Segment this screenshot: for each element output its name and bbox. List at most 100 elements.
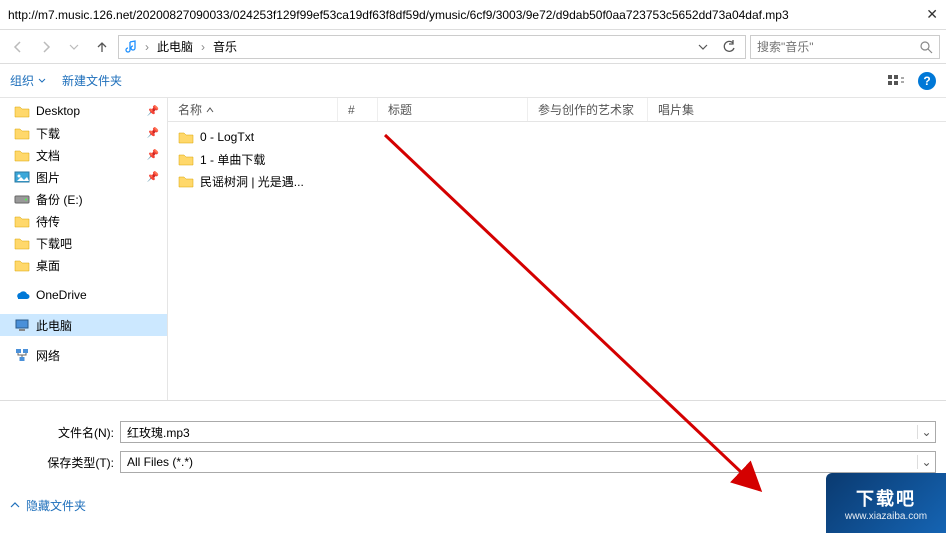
- address-bar[interactable]: › 此电脑 › 音乐: [118, 35, 746, 59]
- filename-input[interactable]: [121, 425, 917, 439]
- folder-icon: [178, 129, 194, 145]
- tree-item-label: 网络: [36, 347, 60, 364]
- tree-item-3[interactable]: 图片 📌: [0, 166, 167, 188]
- tree-item-label: 图片: [36, 169, 60, 186]
- tree-item-label: 下载: [36, 125, 60, 142]
- folder-icon: [14, 125, 30, 141]
- breadcrumb-root[interactable]: 此电脑: [155, 38, 195, 55]
- col-name-label: 名称: [178, 101, 202, 118]
- onedrive-icon: [14, 287, 30, 303]
- arrow-left-icon: [11, 40, 25, 54]
- search-box[interactable]: [750, 35, 940, 59]
- tree-item-6[interactable]: 下载吧: [0, 232, 167, 254]
- close-icon[interactable]: ✕: [898, 6, 938, 23]
- pin-icon: 📌: [147, 106, 159, 117]
- search-icon: [919, 40, 933, 54]
- breadcrumb-sep: ›: [199, 40, 207, 54]
- tree-item-7[interactable]: 桌面: [0, 254, 167, 276]
- watermark-url: www.xiazaiba.com: [845, 511, 927, 522]
- tree-item-0[interactable]: Desktop 📌: [0, 100, 167, 122]
- bottom-row: 隐藏文件夹 保存(S): [10, 493, 936, 517]
- list-body[interactable]: 0 - LogTxt 1 - 单曲下载民谣树洞 | 光是遇...: [168, 122, 946, 400]
- pin-icon: 📌: [147, 172, 159, 183]
- pictures-icon: [14, 169, 30, 185]
- tree-item-label: 文档: [36, 147, 60, 164]
- filetype-label: 保存类型(T):: [10, 454, 120, 471]
- tree-item-label: Desktop: [36, 104, 80, 118]
- footer: 文件名(N): ⌄ 保存类型(T): ⌄ 隐藏文件夹 保存(S): [0, 400, 946, 525]
- col-num[interactable]: #: [338, 98, 378, 121]
- list-item[interactable]: 1 - 单曲下载: [168, 148, 946, 170]
- drive-icon: [14, 191, 30, 207]
- up-button[interactable]: [90, 35, 114, 59]
- arrow-up-icon: [95, 40, 109, 54]
- filetype-row: 保存类型(T): ⌄: [10, 451, 936, 473]
- col-name[interactable]: 名称: [168, 98, 338, 121]
- filename-combo[interactable]: ⌄: [120, 421, 936, 443]
- folder-tree[interactable]: Desktop 📌 下载 📌 文档 📌 图片 📌 备份 (E:) 待传下载吧桌面 OneDrive 此…: [0, 98, 168, 400]
- address-dropdown[interactable]: [691, 35, 715, 59]
- view-button[interactable]: [884, 69, 908, 93]
- filename-label: 文件名(N):: [10, 424, 120, 441]
- pin-icon: 📌: [147, 150, 159, 161]
- col-artists[interactable]: 参与创作的艺术家: [528, 98, 648, 121]
- content-area: Desktop 📌 下载 📌 文档 📌 图片 📌 备份 (E:) 待传下载吧桌面 OneDrive 此…: [0, 98, 946, 400]
- list-item[interactable]: 民谣树洞 | 光是遇...: [168, 170, 946, 192]
- sort-asc-icon: [206, 106, 214, 114]
- list-item-label: 1 - 单曲下载: [200, 151, 265, 168]
- watermark: 下载吧 www.xiazaiba.com: [826, 473, 946, 533]
- list-header: 名称 # 标题 参与创作的艺术家 唱片集: [168, 98, 946, 122]
- toolbar: 组织 新建文件夹 ?: [0, 64, 946, 98]
- view-icon: [887, 74, 905, 88]
- tree-item-1[interactable]: 下载 📌: [0, 122, 167, 144]
- folder-icon: [14, 257, 30, 273]
- search-input[interactable]: [757, 40, 919, 54]
- tree-item-4[interactable]: 备份 (E:): [0, 188, 167, 210]
- chevron-down-icon: [69, 42, 79, 52]
- col-title[interactable]: 标题: [378, 98, 528, 121]
- tree-item-5[interactable]: 待传: [0, 210, 167, 232]
- music-icon: [123, 39, 139, 55]
- refresh-button[interactable]: [717, 35, 741, 59]
- tree-item-label: OneDrive: [36, 288, 87, 302]
- folder-icon: [178, 151, 194, 167]
- tree-item-13[interactable]: 网络: [0, 344, 167, 366]
- tree-item-2[interactable]: 文档 📌: [0, 144, 167, 166]
- list-item-label: 0 - LogTxt: [200, 130, 254, 144]
- folder-icon: [14, 103, 30, 119]
- breadcrumb-root-label: 此电脑: [157, 38, 193, 55]
- tree-item-9[interactable]: OneDrive: [0, 284, 167, 306]
- tree-item-label: 待传: [36, 213, 60, 230]
- tree-item-label: 备份 (E:): [36, 191, 83, 208]
- back-button[interactable]: [6, 35, 30, 59]
- tree-item-11[interactable]: 此电脑: [0, 314, 167, 336]
- pc-icon: [14, 317, 30, 333]
- filetype-input[interactable]: [121, 455, 917, 469]
- breadcrumb-current[interactable]: 音乐: [211, 38, 239, 55]
- chevron-up-icon: [10, 500, 20, 510]
- titlebar: http://m7.music.126.net/20200827090033/0…: [0, 0, 946, 30]
- network-icon: [14, 347, 30, 363]
- folder-icon: [14, 147, 30, 163]
- watermark-title: 下载吧: [856, 485, 916, 511]
- refresh-icon: [722, 40, 736, 54]
- window-title: http://m7.music.126.net/20200827090033/0…: [8, 8, 898, 22]
- arrow-right-icon: [39, 40, 53, 54]
- help-icon[interactable]: ?: [918, 72, 936, 90]
- filetype-combo[interactable]: ⌄: [120, 451, 936, 473]
- filename-dropdown[interactable]: ⌄: [917, 425, 935, 439]
- folder-icon: [14, 235, 30, 251]
- organize-button[interactable]: 组织: [10, 72, 46, 89]
- filename-row: 文件名(N): ⌄: [10, 421, 936, 443]
- tree-item-label: 此电脑: [36, 317, 72, 334]
- filetype-dropdown[interactable]: ⌄: [917, 455, 935, 469]
- pin-icon: 📌: [147, 128, 159, 139]
- recent-button[interactable]: [62, 35, 86, 59]
- list-item[interactable]: 0 - LogTxt: [168, 126, 946, 148]
- hide-folders-button[interactable]: 隐藏文件夹: [10, 497, 86, 514]
- navbar: › 此电脑 › 音乐: [0, 30, 946, 64]
- tree-item-label: 下载吧: [36, 235, 72, 252]
- col-album[interactable]: 唱片集: [648, 98, 946, 121]
- forward-button[interactable]: [34, 35, 58, 59]
- new-folder-button[interactable]: 新建文件夹: [62, 72, 122, 89]
